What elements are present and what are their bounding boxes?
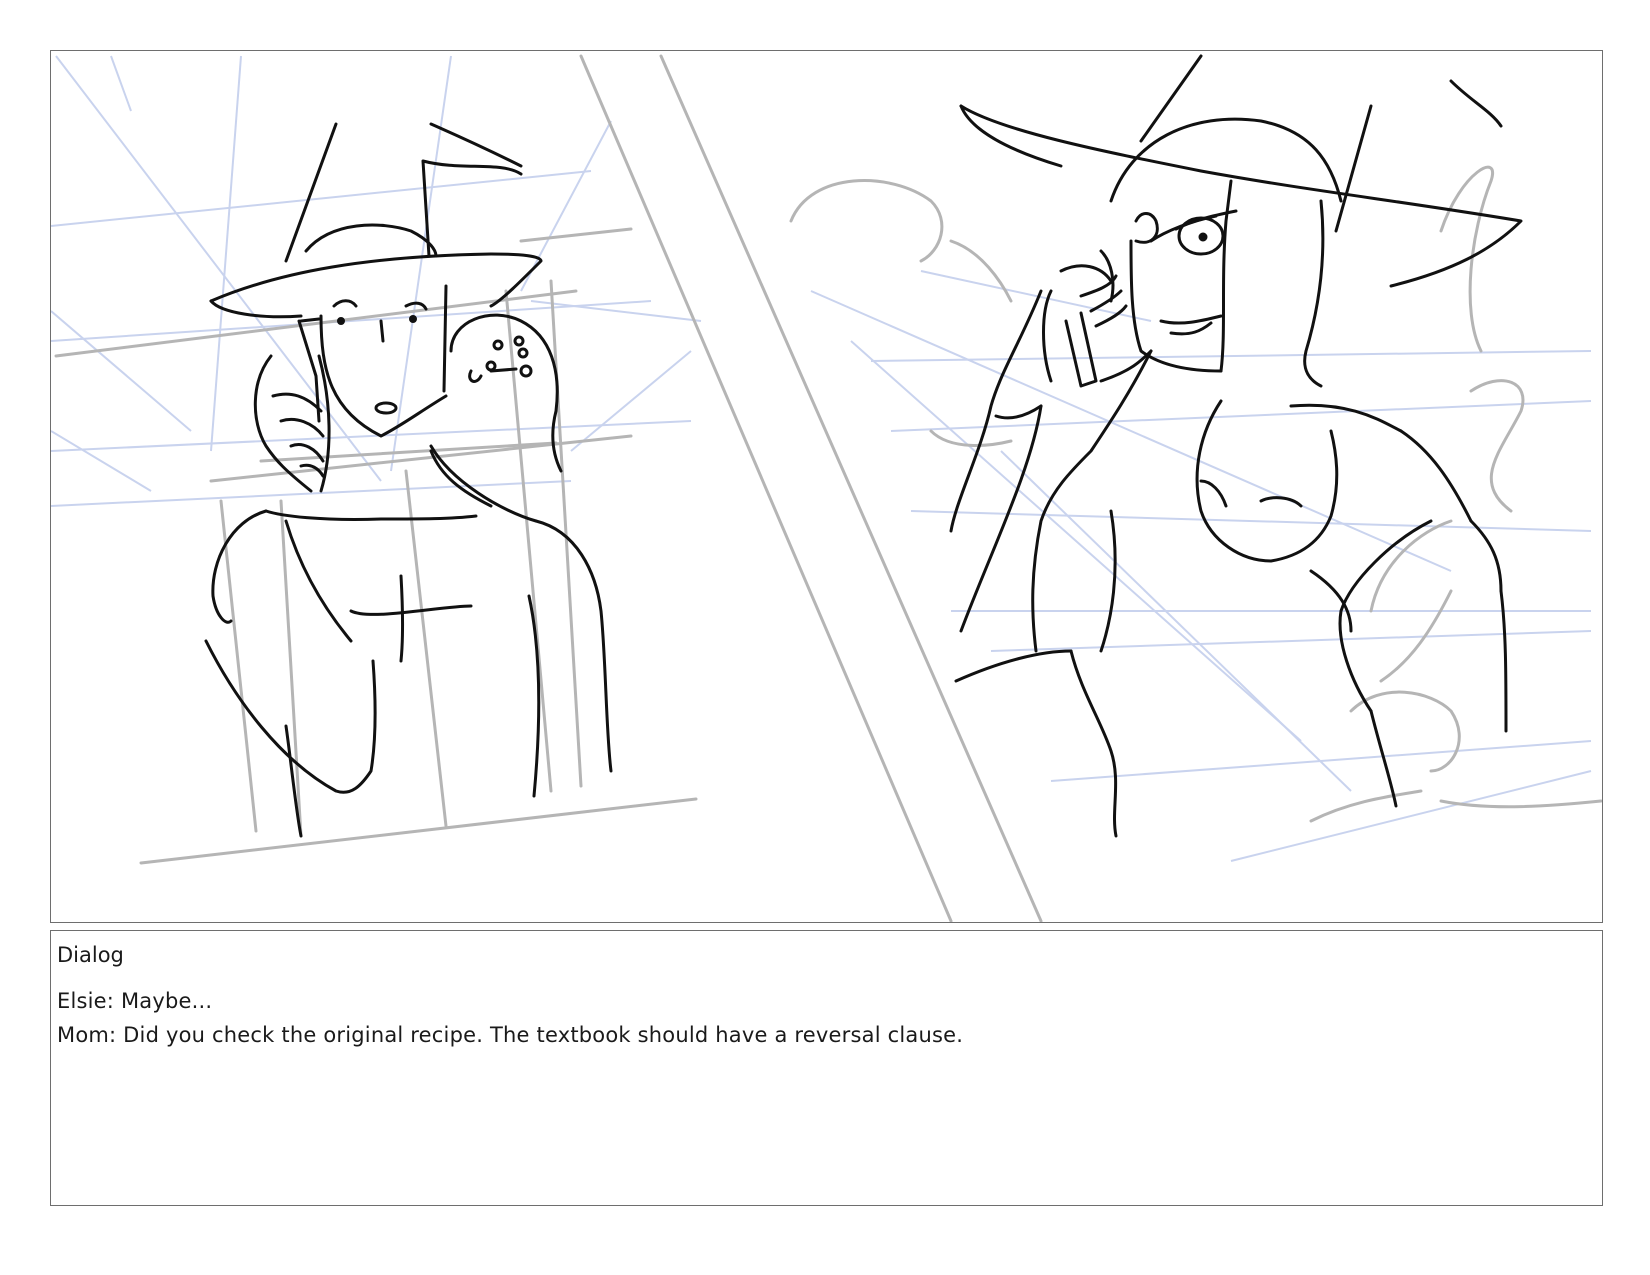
sketch-drawing (51, 54, 1602, 922)
dialog-heading: Dialog (57, 943, 124, 967)
background-structure (54, 54, 1602, 922)
dialog-line-mom: Mom: Did you check the original recipe. … (57, 1023, 964, 1048)
mom-figure (949, 54, 1523, 838)
storyboard-panel (50, 50, 1603, 923)
dialog-line-elsie: Elsie: Maybe... (57, 989, 213, 1014)
dialog-box: Dialog Elsie: Maybe... Mom: Did you chec… (50, 930, 1603, 1206)
